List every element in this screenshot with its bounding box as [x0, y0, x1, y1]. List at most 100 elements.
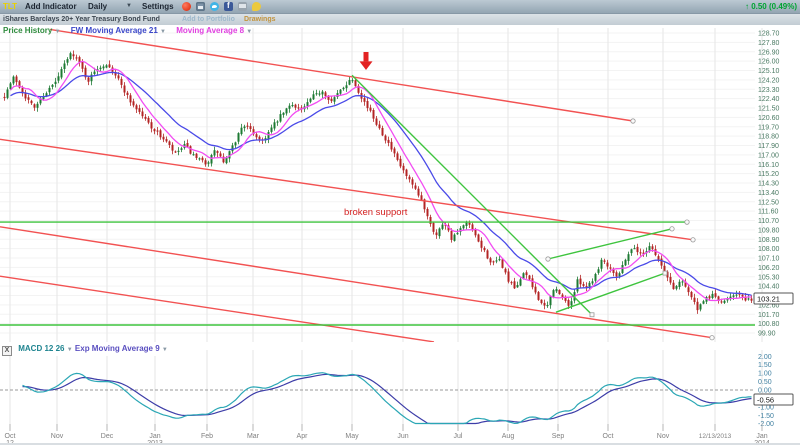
- candlestick-series: [4, 51, 753, 314]
- svg-text:108.00: 108.00: [758, 246, 780, 253]
- svg-text:100.80: 100.80: [758, 321, 780, 328]
- drawing-handle[interactable]: [670, 227, 674, 231]
- drawing-handle[interactable]: [590, 313, 594, 317]
- svg-text:112.50: 112.50: [758, 199, 779, 206]
- price-axis: 128.70127.80126.90126.00125.10124.20123.…: [758, 31, 780, 338]
- chevron-down-icon[interactable]: ▼: [67, 347, 73, 353]
- svg-text:126.90: 126.90: [758, 49, 780, 56]
- svg-text:Oct: Oct: [5, 433, 16, 440]
- facebook-icon[interactable]: [224, 2, 233, 11]
- chart-canvas[interactable]: broken support128.70127.80126.90126.0012…: [0, 0, 800, 445]
- svg-text:99.90: 99.90: [758, 331, 776, 338]
- svg-text:104.40: 104.40: [758, 284, 780, 291]
- svg-text:Nov: Nov: [51, 433, 64, 440]
- svg-text:115.20: 115.20: [758, 171, 779, 178]
- svg-text:113.40: 113.40: [758, 190, 779, 197]
- svg-text:122.40: 122.40: [758, 96, 780, 103]
- svg-text:127.80: 127.80: [758, 40, 780, 47]
- svg-text:111.60: 111.60: [758, 209, 778, 216]
- chevron-down-icon[interactable]: ▼: [55, 29, 61, 35]
- chevron-down-icon[interactable]: ▼: [162, 347, 168, 353]
- svg-text:May: May: [345, 433, 359, 440]
- svg-text:Jan: Jan: [149, 433, 160, 440]
- drawing-handle[interactable]: [685, 220, 689, 224]
- quote-change: ↑ 0.50 (0.49%): [745, 2, 797, 11]
- close-icon[interactable]: X: [2, 346, 12, 356]
- svg-text:Dec: Dec: [101, 433, 114, 440]
- ma21-line[interactable]: [11, 72, 752, 295]
- add-to-portfolio-link[interactable]: Add to Portfolio: [182, 16, 235, 23]
- annotation-text[interactable]: broken support: [344, 207, 408, 218]
- svg-text:119.70: 119.70: [758, 124, 779, 131]
- record-icon[interactable]: [182, 2, 191, 11]
- symbol-bar: iShares Barclays 20+ Year Treasury Bond …: [0, 14, 800, 25]
- svg-text:120.60: 120.60: [758, 115, 780, 122]
- svg-text:117.00: 117.00: [758, 152, 779, 159]
- email-icon[interactable]: [238, 2, 247, 11]
- svg-text:109.80: 109.80: [758, 227, 780, 234]
- svg-text:116.10: 116.10: [758, 162, 779, 169]
- twitter-icon[interactable]: [210, 2, 219, 11]
- price-indicator-row: Price History ▼ FW Moving Average 21 ▼ M…: [3, 26, 252, 35]
- settings-button[interactable]: Settings: [142, 2, 174, 11]
- chat-icon[interactable]: [252, 2, 261, 11]
- trendline[interactable]: [548, 229, 672, 259]
- macd-badge: -0.56: [754, 394, 793, 405]
- drawing-handle[interactable]: [691, 238, 695, 242]
- fund-name: iShares Barclays 20+ Year Treasury Bond …: [3, 16, 160, 23]
- svg-text:Aug: Aug: [502, 433, 515, 440]
- drawings-link[interactable]: Drawings: [244, 16, 276, 23]
- price-grid: [0, 28, 762, 424]
- indicator-ma8[interactable]: Moving Average 8: [176, 26, 244, 35]
- time-axis: Oct12NovDecJan2013FebMarAprMayJunJulAugS…: [5, 424, 770, 445]
- add-indicator-button[interactable]: Add Indicator: [25, 2, 77, 11]
- svg-text:114.30: 114.30: [758, 181, 779, 188]
- svg-text:Mar: Mar: [247, 433, 260, 440]
- svg-text:0.00: 0.00: [758, 388, 772, 395]
- svg-text:128.70: 128.70: [758, 31, 780, 38]
- svg-text:121.50: 121.50: [758, 106, 780, 113]
- svg-text:108.90: 108.90: [758, 237, 780, 244]
- chevron-down-icon[interactable]: ▼: [126, 3, 132, 9]
- svg-text:-2.00: -2.00: [758, 421, 774, 428]
- svg-text:Nov: Nov: [657, 433, 670, 440]
- svg-text:123.30: 123.30: [758, 87, 780, 94]
- indicator-ma21[interactable]: FW Moving Average 21: [71, 26, 158, 35]
- svg-text:0.50: 0.50: [758, 379, 772, 386]
- svg-text:Jan: Jan: [756, 433, 767, 440]
- chevron-down-icon[interactable]: ▼: [160, 29, 166, 35]
- timeframe-selector[interactable]: Daily: [88, 2, 107, 11]
- svg-text:-1.50: -1.50: [758, 413, 774, 420]
- svg-text:1.00: 1.00: [758, 371, 772, 378]
- svg-text:-1.00: -1.00: [758, 405, 774, 412]
- svg-text:2.00: 2.00: [758, 354, 772, 361]
- indicator-exp-ma9[interactable]: Exp Moving Average 9: [75, 344, 160, 353]
- svg-text:101.70: 101.70: [758, 312, 780, 319]
- svg-text:Jul: Jul: [454, 433, 463, 440]
- indicator-macd[interactable]: MACD 12 26: [18, 344, 64, 353]
- trendline[interactable]: [0, 139, 693, 240]
- chevron-down-icon[interactable]: ▼: [246, 29, 252, 35]
- macd-indicator-row: X MACD 12 26 ▼ Exp Moving Average 9 ▼: [2, 344, 168, 356]
- svg-text:118.80: 118.80: [758, 134, 779, 141]
- svg-text:103.21: 103.21: [757, 294, 780, 303]
- svg-text:Feb: Feb: [201, 433, 213, 440]
- svg-text:1.50: 1.50: [758, 362, 772, 369]
- svg-text:Jun: Jun: [397, 433, 408, 440]
- symbol-ticker[interactable]: TLT: [3, 2, 17, 11]
- indicator-price-history[interactable]: Price History: [3, 26, 52, 35]
- drawing-handle[interactable]: [663, 271, 667, 275]
- drawing-handle[interactable]: [710, 336, 714, 340]
- trendline[interactable]: [556, 273, 665, 312]
- svg-text:Apr: Apr: [297, 433, 309, 440]
- drawing-handle[interactable]: [546, 257, 550, 261]
- svg-text:105.30: 105.30: [758, 274, 780, 281]
- ma8-line[interactable]: [11, 61, 752, 300]
- svg-text:125.10: 125.10: [758, 68, 780, 75]
- chart-application: broken support128.70127.80126.90126.0012…: [0, 0, 800, 445]
- price-badge: 103.21: [754, 293, 793, 304]
- chart-icon[interactable]: [196, 2, 205, 11]
- drawing-handle[interactable]: [631, 119, 635, 123]
- svg-text:Oct: Oct: [603, 433, 614, 440]
- svg-text:-0.56: -0.56: [757, 395, 774, 404]
